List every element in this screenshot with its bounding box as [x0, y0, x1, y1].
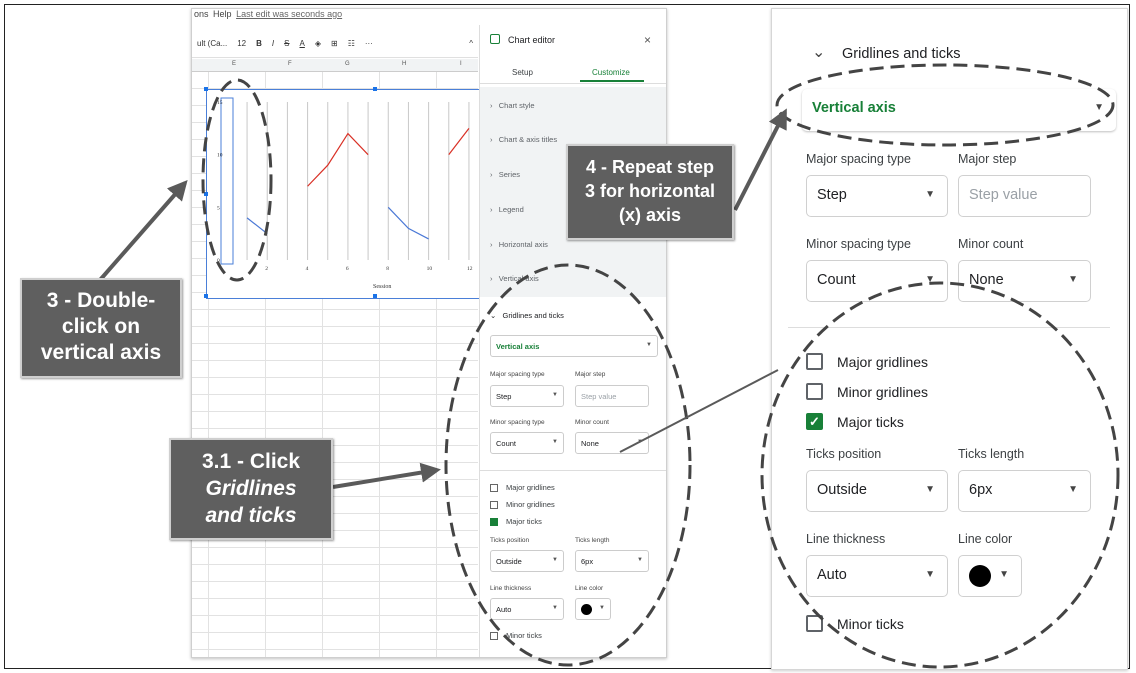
connector-line	[619, 369, 779, 453]
callout-line: Gridlines	[205, 477, 297, 500]
callout-step-4: 4 - Repeat step 3 for horizontal (x) axi…	[566, 144, 734, 240]
highlight-ellipse	[201, 78, 273, 282]
highlight-ellipse	[444, 263, 692, 667]
highlight-ellipse	[760, 281, 1120, 669]
arrow	[332, 462, 441, 489]
highlight-ellipse	[775, 63, 1115, 147]
callout-step-3: 3 - Double- click on vertical axis	[20, 278, 182, 378]
callout-line: (x) axis	[618, 205, 682, 225]
callout-line: 4 - Repeat step	[585, 157, 715, 177]
arrow	[98, 179, 188, 282]
callout-line: click on	[61, 315, 141, 338]
callout-step-3-1: 3.1 - Click Gridlines and ticks	[169, 438, 333, 540]
callout-line: vertical axis	[40, 341, 162, 364]
callout-line: 3.1 - Click	[201, 450, 301, 473]
callout-line: 3 for horizontal	[585, 181, 715, 201]
arrow	[733, 108, 787, 211]
callout-line: and ticks	[205, 504, 297, 527]
callout-line: 3 - Double-	[46, 289, 156, 312]
